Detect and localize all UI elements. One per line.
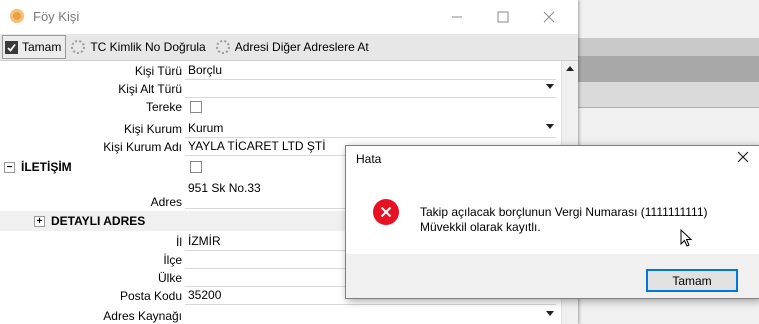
dialog-ok-button[interactable]: Tamam [646, 269, 738, 292]
dialog-footer: Tamam [346, 254, 759, 298]
detayli-adres-section[interactable]: + DETAYLI ADRES [34, 214, 145, 228]
minimize-button[interactable] [434, 0, 480, 34]
toolbar: Tamam TC Kimlik No Doğrula Adresi Diğer … [0, 34, 578, 61]
close-icon [737, 151, 749, 163]
detayli-adres-label: DETAYLI ADRES [51, 214, 146, 228]
ok-toolbar-label: Tamam [22, 40, 62, 54]
expand-icon: + [34, 215, 45, 227]
tereke-checkbox[interactable] [190, 101, 202, 113]
scroll-up-icon[interactable] [566, 66, 574, 71]
kisi-alt-turu-select[interactable] [185, 80, 556, 98]
kisi-kurum-label: Kişi Kurum [123, 122, 182, 136]
dialog-close-button[interactable] [737, 151, 749, 166]
adres-value: 951 Sk No.33 [188, 181, 261, 195]
background-strip [578, 56, 759, 82]
close-icon [543, 11, 555, 23]
dialog-message-line1: Takip açılacak borçlunun Vergi Numarası … [420, 205, 708, 219]
spinner-icon [70, 39, 86, 55]
dialog-message-line2: Müvekkil olarak kayıtlı. [420, 220, 541, 234]
kisi-kurum-adi-label: Kişi Kurum Adı [103, 140, 182, 154]
copy-address-button[interactable]: Adresi Diğer Adreslere At [211, 36, 374, 58]
verify-tc-button[interactable]: TC Kimlik No Doğrula [66, 36, 210, 58]
kisi-turu-value: Borçlu [188, 63, 223, 77]
kisi-kurum-value: Kurum [188, 121, 224, 135]
posta-kodu-value: 35200 [188, 288, 222, 302]
kisi-turu-label: Kişi Türü [134, 64, 182, 78]
tereke-label: Tereke [145, 100, 182, 114]
kisi-alt-turu-label: Kişi Alt Türü [118, 82, 182, 96]
error-dialog: Hata Takip açılacak borçlunun Vergi Numa… [345, 145, 759, 299]
il-value: İZMİR [188, 234, 221, 248]
minimize-icon [452, 16, 462, 18]
dialog-title: Hata [356, 152, 382, 166]
app-icon [10, 9, 24, 23]
background-strip [578, 38, 759, 56]
copy-address-label: Adresi Diğer Adreslere At [234, 40, 369, 54]
maximize-button[interactable] [480, 0, 526, 34]
chevron-down-icon [546, 124, 554, 129]
mouse-cursor-icon [680, 228, 693, 251]
kisi-kurum-adi-value: YAYLA TİCARET LTD ŞTİ [188, 139, 326, 153]
checkmark-icon [5, 40, 18, 54]
ulke-label: Ülke [157, 271, 182, 285]
il-label: İl [176, 235, 182, 249]
spinner-icon [215, 39, 231, 55]
kisi-turu-field[interactable]: Borçlu [185, 62, 556, 80]
close-button[interactable] [526, 0, 572, 34]
chevron-down-icon [546, 311, 554, 316]
iletisim-label: İLETİŞİM [21, 160, 72, 174]
chevron-down-icon [546, 84, 554, 89]
iletisim-section[interactable]: − İLETİŞİM [4, 160, 72, 174]
verify-tc-label: TC Kimlik No Doğrula [90, 40, 206, 54]
iletisim-checkbox[interactable] [190, 161, 202, 173]
ok-toolbar-button[interactable]: Tamam [2, 35, 67, 59]
posta-kodu-label: Posta Kodu [119, 289, 182, 303]
adres-kaynagi-select[interactable] [185, 307, 556, 324]
title-bar: Föy Kişi [0, 0, 578, 34]
background-strip [578, 82, 759, 108]
error-icon [373, 199, 399, 225]
ilce-label: İlçe [163, 253, 182, 267]
adres-label: Adres [150, 195, 182, 209]
window-title: Föy Kişi [33, 9, 80, 24]
kisi-kurum-select[interactable]: Kurum [185, 120, 556, 138]
maximize-icon [497, 11, 509, 23]
collapse-icon: − [4, 161, 15, 173]
adres-kaynagi-label: Adres Kaynağı [103, 309, 182, 323]
